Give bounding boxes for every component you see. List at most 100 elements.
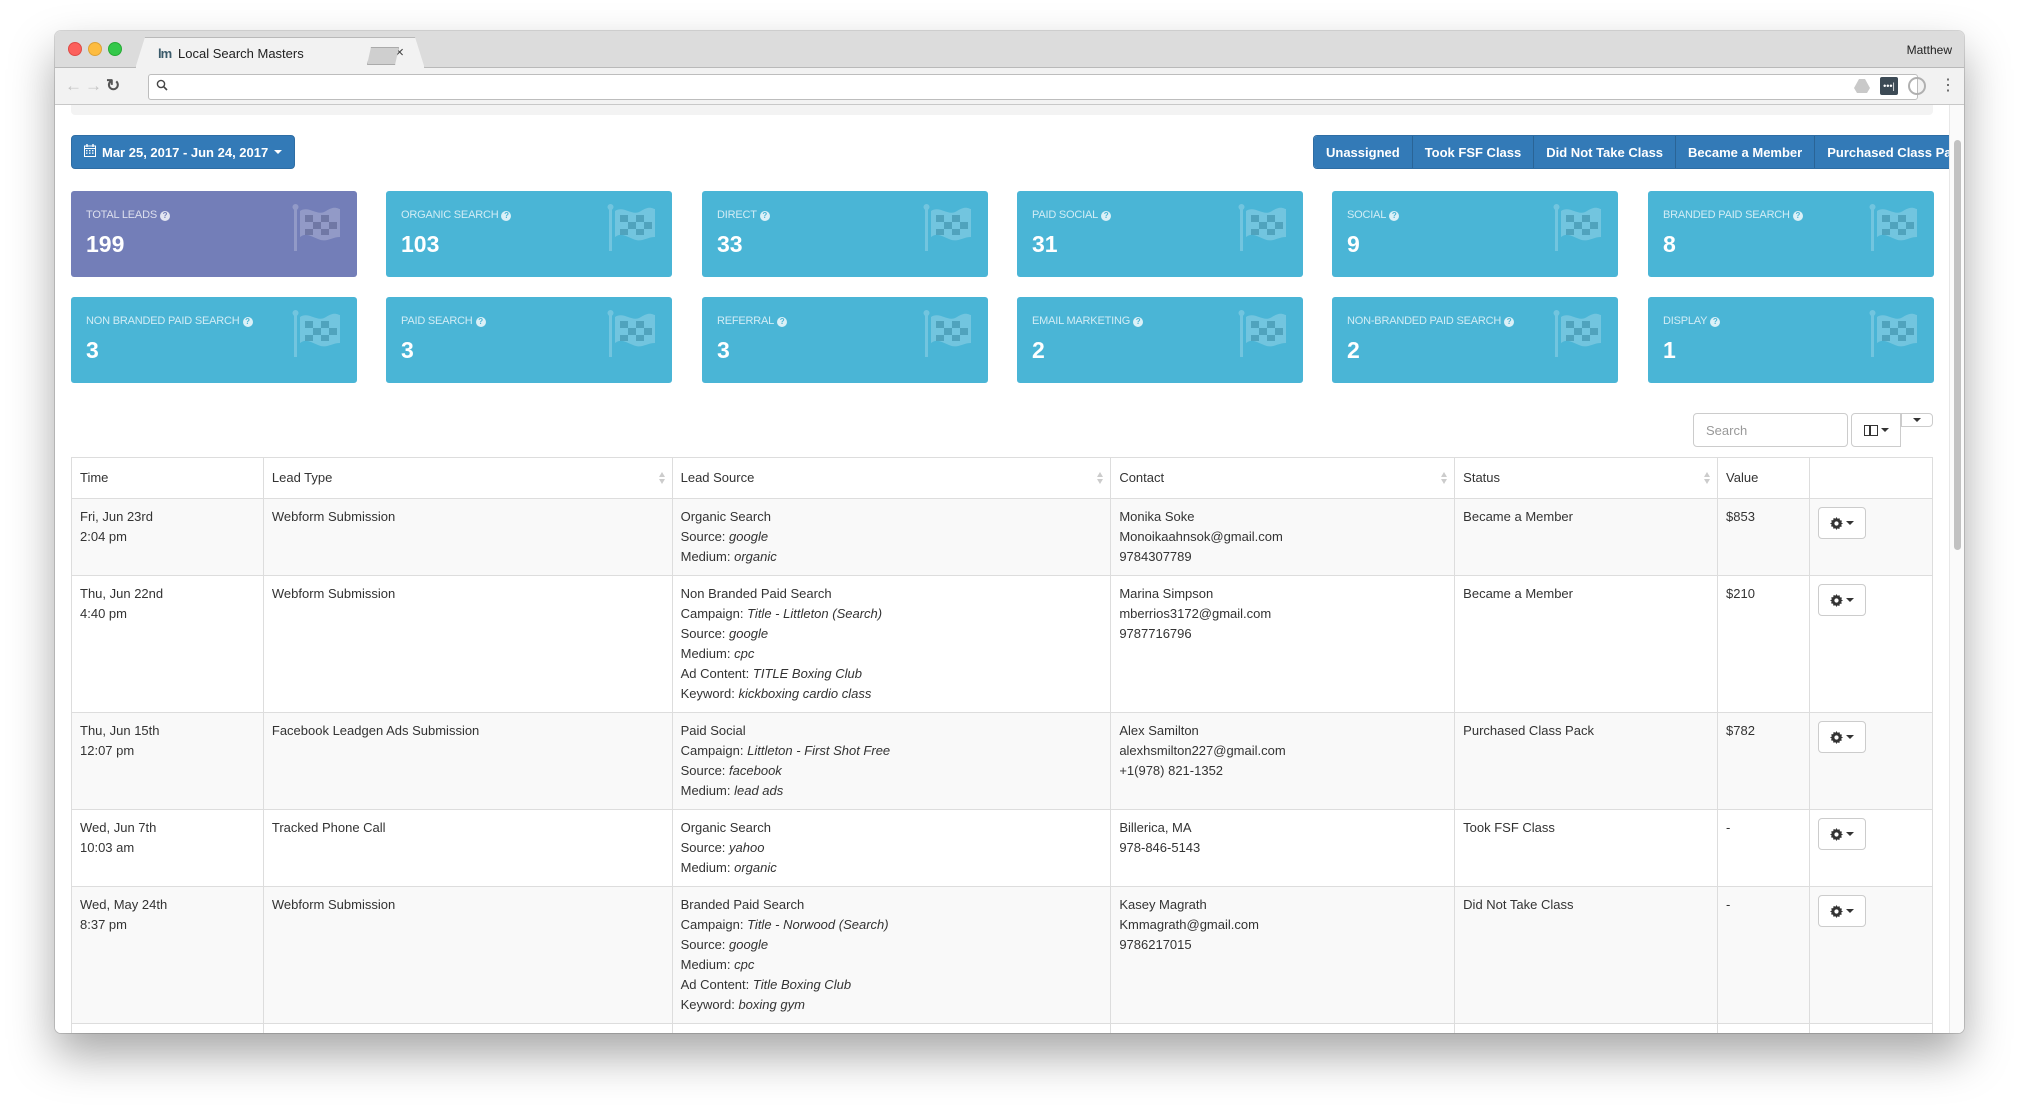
table-row[interactable]: Thu, Jun 15th 12:07 pm Facebook Leadgen Ad… <box>71 712 1934 810</box>
stat-card-total-leads[interactable]: Total Leads? 199 <box>71 191 357 277</box>
scrollbar-thumb[interactable] <box>1954 140 1961 550</box>
stat-label-text: Direct <box>717 209 757 221</box>
cell-lead-type: Facebook Leadgen Ads Submission <box>262 712 673 810</box>
stat-card-paid-search[interactable]: Paid Search? 3 <box>386 297 672 383</box>
help-icon[interactable]: ? <box>159 211 170 221</box>
minimize-window-button[interactable] <box>88 42 102 56</box>
table-row[interactable]: Fri, Jun 23rd 2:04 pm Webform Submission Or… <box>71 498 1934 576</box>
sort-icon[interactable] <box>1097 471 1104 485</box>
status-filter-did-not-take-class[interactable]: Did Not Take Class <box>1534 136 1677 168</box>
help-icon[interactable]: ? <box>1101 211 1112 221</box>
chevron-down-icon <box>1845 521 1854 525</box>
detail-value: lead ads <box>734 783 784 798</box>
detail-value: google <box>729 937 769 952</box>
help-icon[interactable]: ? <box>1133 317 1144 327</box>
help-icon[interactable]: ? <box>1389 211 1400 221</box>
row-actions-button[interactable] <box>1817 507 1866 539</box>
sort-icon[interactable] <box>1441 471 1448 485</box>
close-window-button[interactable] <box>68 42 82 56</box>
table-row[interactable]: Thu, Jun 22nd 4:40 pm Webform Submission No… <box>71 575 1934 713</box>
stat-card-branded-paid-search[interactable]: Branded Paid Search? 8 <box>1648 191 1934 277</box>
gear-icon <box>1829 730 1843 744</box>
detail-value: yahoo <box>729 840 765 855</box>
zoom-window-button[interactable] <box>108 42 122 56</box>
column-header-value[interactable]: Value <box>1717 457 1810 499</box>
status-filter-unassigned[interactable]: Unassigned <box>1314 136 1413 168</box>
column-header-time[interactable]: Time <box>71 457 264 499</box>
cell-value: - <box>1717 886 1810 1024</box>
row-actions-button[interactable] <box>1817 818 1866 850</box>
stat-card-direct[interactable]: Direct? 33 <box>702 191 988 277</box>
lastpass-icon[interactable]: •••| <box>1880 77 1898 95</box>
browser-menu-icon[interactable]: ⋮ <box>1940 77 1958 95</box>
stat-card-label: Social? <box>1347 209 1400 221</box>
stat-card-referral[interactable]: Referral? 3 <box>702 297 988 383</box>
stat-card-social[interactable]: Social? 9 <box>1332 191 1618 277</box>
stat-card-non-branded-paid-search[interactable]: Non-Branded Paid Search? 2 <box>1332 297 1618 383</box>
reload-icon[interactable]: ↻ <box>106 76 120 96</box>
forward-arrow-icon[interactable]: → <box>85 76 102 96</box>
stat-card-display[interactable]: Display? 1 <box>1648 297 1934 383</box>
detail-value: organic <box>734 549 777 564</box>
help-icon[interactable]: ? <box>777 317 788 327</box>
export-dropdown-button[interactable] <box>1901 413 1933 427</box>
calendar-icon <box>84 144 96 160</box>
status-filter-became-a-member[interactable]: Became a Member <box>1676 136 1816 168</box>
column-header-lead-type[interactable]: Lead Type <box>262 457 673 499</box>
new-tab-button[interactable] <box>367 47 399 65</box>
profile-name[interactable]: Matthew <box>1907 43 1952 57</box>
google-drive-icon[interactable] <box>1853 77 1871 95</box>
status-filter-purchased-class-pack[interactable]: Purchased Class Pack <box>1815 136 1964 168</box>
chevron-down-icon <box>1880 428 1889 432</box>
stat-card-organic-search[interactable]: Organic Search? 103 <box>386 191 672 277</box>
table-row[interactable]: Wed, May 24th 8:37 pm Webform Submission Br… <box>71 886 1934 1024</box>
cell-time: Wed, Jun 7th 10:03 am <box>71 809 264 887</box>
contact-line: Marina Simpson <box>1119 586 1214 601</box>
page-scrollbar[interactable] <box>1949 105 1964 1033</box>
lead-source-name: Non Branded Paid Search <box>680 586 832 601</box>
help-icon[interactable]: ? <box>242 317 253 327</box>
sort-icon[interactable] <box>658 471 666 485</box>
detail-key: Medium: <box>680 783 731 798</box>
back-arrow-icon[interactable]: ← <box>65 76 82 96</box>
row-actions-button[interactable] <box>1817 895 1866 927</box>
lead-source-detail: Source: google <box>681 527 1103 547</box>
stat-card-non-branded-paid-search[interactable]: Non Branded Paid Search? 3 <box>71 297 357 383</box>
stat-card-value: 199 <box>86 231 125 257</box>
row-actions-button[interactable] <box>1817 584 1866 616</box>
stat-card-paid-social[interactable]: Paid Social? 31 <box>1017 191 1303 277</box>
sync-extension-icon[interactable] <box>1908 77 1926 95</box>
search-icon <box>156 79 168 94</box>
row-actions-button[interactable] <box>1817 721 1866 753</box>
sort-icon[interactable] <box>1704 471 1711 485</box>
column-header-contact[interactable]: Contact <box>1110 457 1456 499</box>
cell-status: Became a Member <box>1454 498 1719 576</box>
detail-value: boxing gym <box>738 997 805 1012</box>
contact-line: Billerica, MA <box>1119 820 1192 835</box>
flag-icon <box>1868 309 1918 357</box>
cell-actions <box>1808 886 1934 1024</box>
help-icon[interactable]: ? <box>475 317 486 327</box>
stat-card-email-marketing[interactable]: Email Marketing? 2 <box>1017 297 1303 383</box>
detail-value: kickboxing cardio class <box>738 686 872 701</box>
stat-card-value: 33 <box>717 231 743 257</box>
help-icon[interactable]: ? <box>1504 317 1515 327</box>
stat-label-text: Non Branded Paid Search <box>86 315 240 327</box>
contact-line: mberrios3172@gmail.com <box>1119 606 1272 621</box>
flag-icon <box>1868 203 1918 251</box>
address-bar[interactable] <box>148 74 1918 100</box>
help-icon[interactable]: ? <box>1710 317 1721 327</box>
help-icon[interactable]: ? <box>759 211 770 221</box>
gear-icon <box>1829 593 1843 607</box>
help-icon[interactable]: ? <box>501 211 512 221</box>
help-icon[interactable]: ? <box>1792 211 1803 221</box>
status-filter-took-fsf-class[interactable]: Took FSF Class <box>1412 136 1535 168</box>
table-search-input[interactable] <box>1693 413 1848 447</box>
lead-source-detail: Campaign: Title - Norwood (Search) <box>681 915 1103 935</box>
column-header-status[interactable]: Status <box>1454 457 1719 499</box>
columns-toggle-button[interactable] <box>1851 413 1901 447</box>
date-range-button[interactable]: Mar 25, 2017 - Jun 24, 2017 <box>71 135 296 169</box>
table-row[interactable]: Wed, Jun 7th 10:03 am Tracked Phone Call Or… <box>71 809 1934 887</box>
chevron-down-icon <box>1845 735 1854 739</box>
column-header-lead-source[interactable]: Lead Source <box>671 457 1112 499</box>
